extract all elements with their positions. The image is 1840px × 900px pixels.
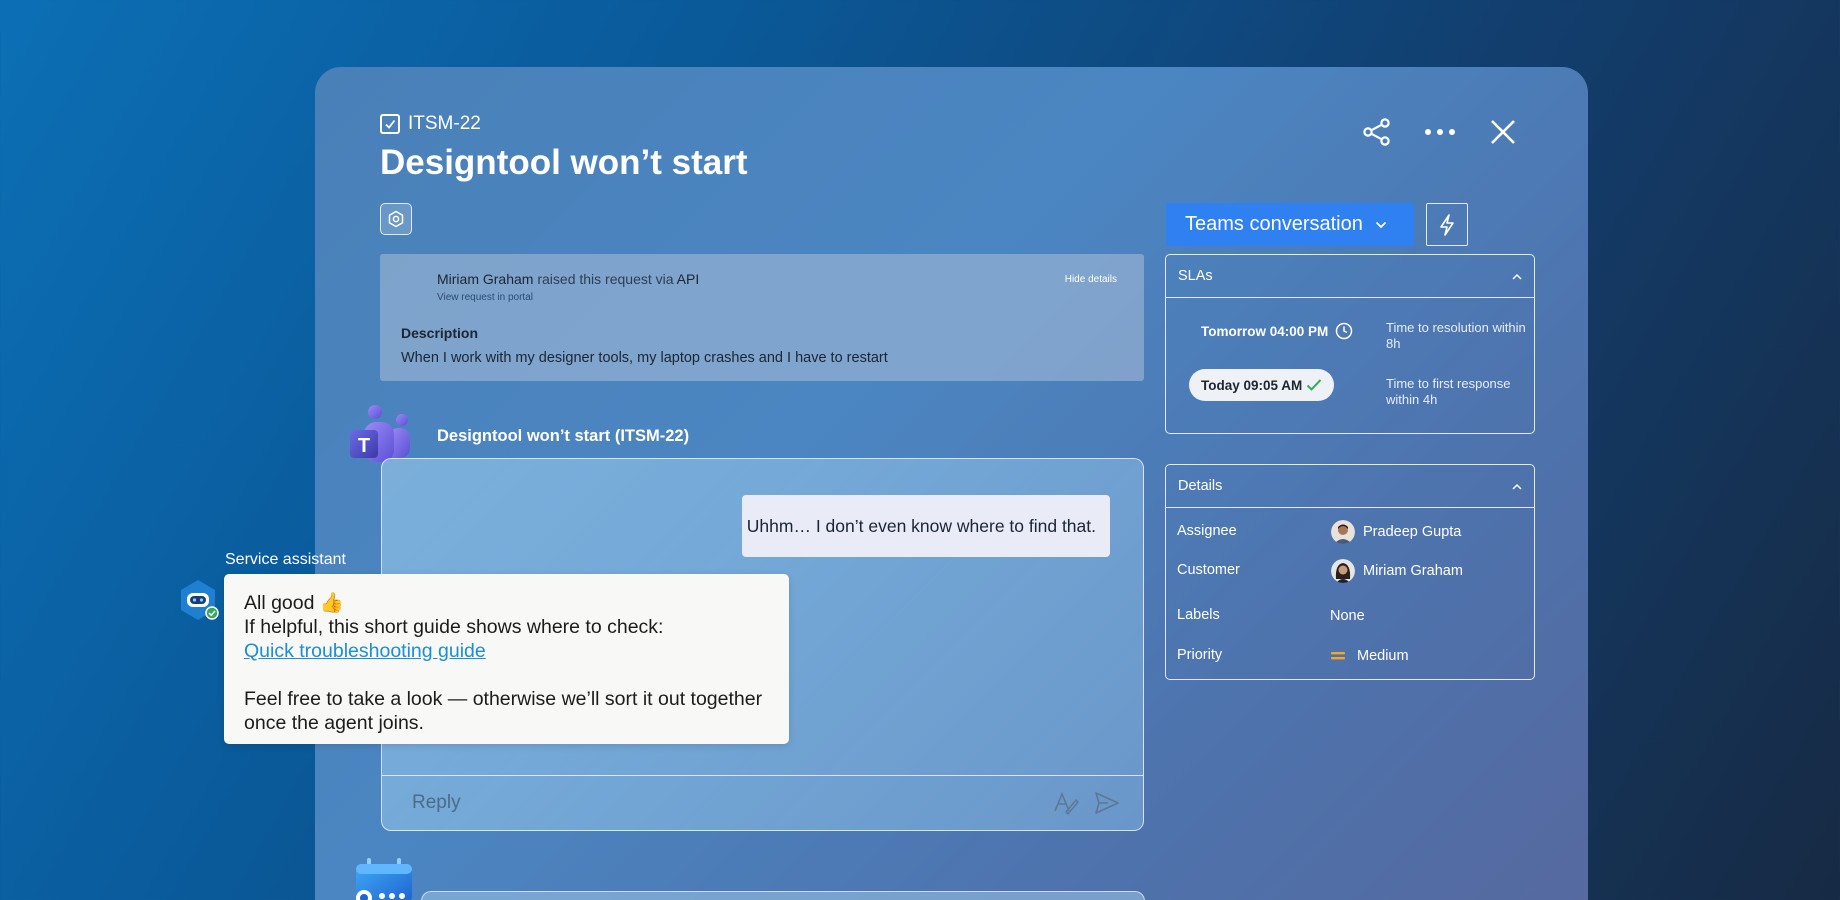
share-icon — [1363, 118, 1390, 146]
raised-channel: API — [676, 271, 700, 287]
close-icon — [1491, 120, 1515, 144]
labels-label: Labels — [1177, 607, 1220, 623]
description-text: When I work with my designer tools, my l… — [401, 350, 888, 366]
priority-text: Medium — [1357, 648, 1409, 664]
customer-label: Customer — [1177, 562, 1240, 578]
gear-icon — [388, 210, 404, 228]
reply-bar — [382, 775, 1143, 830]
clock-icon — [1336, 322, 1353, 340]
assistant-message-bubble: All good 👍 If helpful, this short guide … — [224, 574, 789, 744]
description-label: Description — [401, 325, 479, 341]
sla-resolution-desc: Time to resolution within 8h — [1386, 320, 1526, 351]
details-header[interactable]: Details — [1166, 465, 1534, 508]
ticket-key[interactable]: ITSM-22 — [380, 112, 481, 136]
calendar-bot-icon — [356, 858, 412, 900]
details-card: Details Assignee Pradeep Gupta Customer … — [1165, 464, 1535, 680]
assistant-line-1: All good 👍 — [244, 592, 345, 614]
assistant-line-2: If helpful, this short guide shows where… — [244, 616, 664, 638]
user-message-bubble: Uhhm… I don’t even know where to find th… — [742, 495, 1110, 557]
customer-value[interactable]: Miriam Graham — [1331, 558, 1463, 584]
hide-details-link[interactable]: Hide details — [1065, 274, 1117, 285]
share-button[interactable] — [1360, 115, 1394, 149]
slas-title: SLAs — [1178, 268, 1213, 284]
send-button[interactable] — [1093, 789, 1121, 817]
slas-card: SLAs Tomorrow 04:00 PM Time to resolutio… — [1165, 254, 1535, 434]
assignee-label: Assignee — [1177, 523, 1237, 539]
conversation-title: Designtool won’t start (ITSM-22) — [437, 427, 690, 445]
avatar — [1331, 559, 1355, 583]
avatar — [1331, 520, 1355, 544]
reply-input[interactable] — [412, 784, 1012, 822]
task-checkbox-icon — [380, 114, 400, 134]
raiser-name[interactable]: Miriam Graham — [437, 271, 533, 287]
priority-value[interactable]: Medium — [1331, 643, 1409, 669]
request-details-card: Miriam Graham raised this request via AP… — [380, 254, 1144, 381]
close-button[interactable] — [1486, 115, 1520, 149]
assistant-label: Service assistant — [225, 551, 346, 568]
assignee-name: Pradeep Gupta — [1363, 524, 1462, 540]
lightning-bolt-icon — [1440, 213, 1454, 236]
chevron-up-icon — [1512, 483, 1522, 490]
page-title: Designtool won’t start — [380, 143, 748, 182]
checkmark-icon — [1307, 379, 1322, 391]
slas-header[interactable]: SLAs — [1166, 255, 1534, 298]
user-message-text: Uhhm… I don’t even know where to find th… — [746, 515, 1096, 536]
sla-response-pill: Today 09:05 AM — [1189, 369, 1335, 401]
labels-value[interactable]: None — [1330, 603, 1365, 629]
assignee-row: Assignee Pradeep Gupta — [1166, 519, 1534, 545]
assignee-value[interactable]: Pradeep Gupta — [1331, 519, 1461, 545]
sla-response-desc: Time to first response within 4h — [1386, 376, 1511, 407]
teams-conversation-button[interactable]: Teams conversation — [1166, 203, 1414, 246]
chevron-down-icon — [1375, 221, 1387, 228]
labels-row: Labels None — [1166, 603, 1534, 629]
formatting-button[interactable] — [1052, 789, 1080, 817]
priority-label: Priority — [1177, 647, 1223, 663]
customer-name: Miriam Graham — [1363, 563, 1463, 579]
details-title: Details — [1178, 478, 1223, 494]
next-conversation-panel — [421, 891, 1145, 900]
troubleshooting-guide-link[interactable]: Quick troubleshooting guide — [244, 640, 486, 662]
more-icon — [1425, 129, 1455, 135]
raised-text: raised this request via — [533, 271, 677, 287]
priority-medium-icon — [1331, 652, 1345, 660]
sla-response-time: Today 09:05 AM — [1201, 377, 1303, 393]
automation-button[interactable] — [1426, 203, 1468, 246]
svg-text:T: T — [358, 435, 370, 457]
text-format-icon — [1054, 791, 1079, 815]
teams-conversation-label: Teams conversation — [1185, 213, 1363, 235]
raised-by-line: Miriam Graham raised this request via AP… — [437, 271, 699, 287]
assistant-line-3: Feel free to take a look — otherwise we’… — [244, 688, 763, 734]
request-type-chip[interactable] — [380, 203, 412, 235]
chevron-up-icon — [1512, 273, 1522, 280]
priority-row: Priority Medium — [1166, 643, 1534, 669]
robot-avatar-icon — [181, 580, 219, 620]
customer-row: Customer Miriam Graham — [1166, 558, 1534, 584]
ticket-key-label: ITSM-22 — [408, 113, 481, 134]
view-in-portal-link[interactable]: View request in portal — [437, 292, 533, 303]
more-options-button[interactable] — [1423, 115, 1457, 149]
sla-resolution-time: Tomorrow 04:00 PM — [1201, 323, 1329, 339]
send-icon — [1095, 792, 1119, 814]
